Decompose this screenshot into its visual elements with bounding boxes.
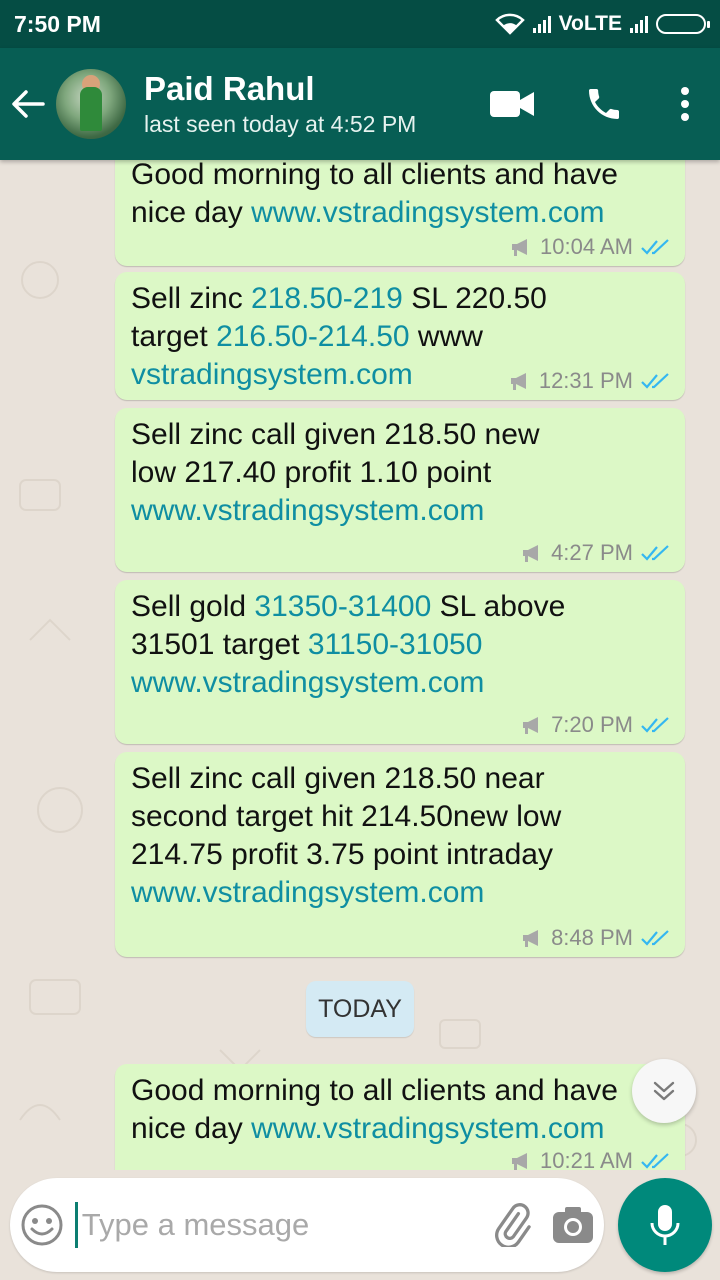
message-time: 4:27 PM [551, 540, 633, 565]
message-meta: 8:48 PM [521, 925, 671, 951]
double-chevron-down-icon [653, 1081, 675, 1101]
read-receipt-icon [641, 1153, 669, 1169]
broadcast-icon [523, 717, 539, 734]
message-time: 10:21 AM [540, 1148, 633, 1170]
contact-info[interactable]: Paid Rahul last seen today at 4:52 PM [144, 69, 416, 139]
message-link[interactable]: www.vstradingsystem.com [131, 494, 484, 527]
message-bubble[interactable]: Sell zinc call given 218.50 near second … [115, 752, 685, 957]
last-seen: last seen today at 4:52 PM [144, 111, 417, 137]
message-time: 8:48 PM [551, 925, 633, 950]
message-link[interactable]: 218.50-219 [251, 282, 403, 315]
message-link[interactable]: www.vstradingsystem.com [131, 876, 484, 909]
message-input[interactable] [74, 1202, 481, 1248]
message-text: Sell zinc call given 218.50 near second … [131, 762, 562, 909]
camera-button[interactable] [542, 1178, 604, 1272]
message-bubble[interactable]: Sell zinc 218.50-219 SL 220.50 target 21… [115, 272, 685, 400]
arrow-back-icon [12, 90, 45, 118]
read-receipt-icon [641, 239, 669, 255]
message-meta: 7:20 PM [521, 712, 671, 738]
message-time: 12:31 PM [538, 368, 633, 393]
broadcast-icon [523, 930, 539, 947]
message-meta: 12:31 PM [509, 368, 671, 394]
status-time: 7:50 PM [14, 10, 101, 37]
message-meta: 10:21 AM [510, 1148, 671, 1170]
message-link[interactable]: 216.50-214.50 [216, 320, 410, 353]
message-time: 10:04 AM [540, 234, 633, 259]
broadcast-icon [523, 545, 539, 562]
voice-record-button[interactable] [618, 1178, 712, 1272]
message-text: Good morning to all clients and have nic… [131, 160, 618, 229]
phone-icon [589, 89, 619, 119]
message-link[interactable]: 31150-31050 [308, 628, 483, 661]
overflow-menu-button[interactable] [650, 48, 720, 160]
message-meta: 4:27 PM [521, 540, 671, 566]
message-bubble[interactable]: Sell gold 31350-31400 SL above 31501 tar… [115, 580, 685, 744]
read-receipt-icon [641, 545, 669, 561]
message-link[interactable]: 31350-31400 [254, 590, 431, 623]
status-icons: VoLTE [494, 12, 710, 36]
broadcast-icon [512, 239, 528, 256]
message-link[interactable]: www.vstradingsystem.com [251, 1112, 604, 1145]
read-receipt-icon [641, 717, 669, 733]
message-bubble[interactable]: Good morning to all clients and have nic… [115, 160, 685, 266]
date-divider: TODAY [306, 981, 414, 1037]
read-receipt-icon [641, 930, 669, 946]
message-meta: 10:04 AM [510, 234, 671, 260]
status-bar: 7:50 PM VoLTE [0, 0, 720, 48]
message-link[interactable]: www.vstradingsystem.com [131, 666, 484, 699]
broadcast-icon [512, 1153, 528, 1170]
signal-icon [532, 15, 551, 33]
scroll-to-bottom-button[interactable] [632, 1059, 696, 1123]
paperclip-icon [494, 1203, 531, 1247]
battery-icon [656, 14, 710, 34]
contact-name: Paid Rahul [144, 70, 315, 107]
voice-call-button[interactable] [558, 48, 650, 160]
message-composer [10, 1178, 604, 1272]
back-button[interactable] [0, 48, 56, 160]
video-call-button[interactable] [466, 48, 558, 160]
message-text: Good morning to all clients and have nic… [131, 1074, 618, 1145]
message-link[interactable]: www.vstradingsystem.com [251, 196, 604, 229]
broadcast-icon [510, 373, 526, 390]
emoji-icon [21, 1204, 63, 1246]
video-camera-icon [490, 91, 534, 117]
more-vert-icon [681, 87, 689, 121]
message-bubble[interactable]: Sell zinc call given 218.50 new low 217.… [115, 408, 685, 572]
message-time: 7:20 PM [551, 712, 633, 737]
emoji-button[interactable] [10, 1203, 75, 1247]
wifi-icon [494, 13, 525, 35]
message-bubble[interactable]: Good morning to all clients and have nic… [115, 1064, 685, 1170]
read-receipt-icon [641, 373, 669, 389]
message-text: Sell zinc call given 218.50 new low 217.… [131, 418, 540, 527]
chat-area[interactable]: Good morning to all clients and have nic… [0, 160, 720, 1170]
message-text: Sell gold 31350-31400 SL above 31501 tar… [131, 590, 566, 699]
network-label: VoLTE [558, 12, 622, 35]
signal-icon-2 [630, 15, 648, 33]
attach-button[interactable] [481, 1178, 543, 1272]
camera-icon [553, 1207, 594, 1243]
message-link[interactable]: vstradingsystem.com [131, 358, 413, 391]
chat-header: Paid Rahul last seen today at 4:52 PM [0, 48, 720, 160]
contact-avatar[interactable] [56, 69, 126, 139]
microphone-icon [650, 1205, 680, 1245]
